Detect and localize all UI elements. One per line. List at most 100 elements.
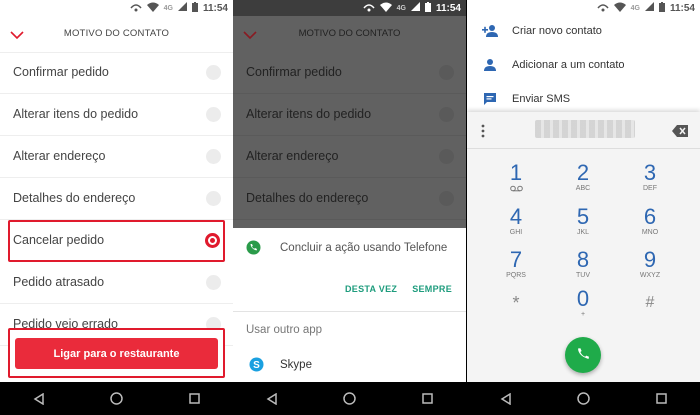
- call-restaurant-button[interactable]: Ligar para o restaurante: [15, 338, 218, 369]
- home-icon[interactable]: [339, 389, 359, 409]
- option-label: Alterar endereço: [13, 149, 106, 163]
- reason-option-change-items[interactable]: Alterar itens do pedido: [0, 94, 233, 136]
- skype-app-label[interactable]: Skype: [280, 359, 312, 371]
- backspace-icon[interactable]: [672, 124, 688, 137]
- recents-icon[interactable]: [651, 389, 671, 409]
- dial-key-7[interactable]: 7 PQRS: [486, 249, 546, 282]
- just-once-button[interactable]: DESTA VEZ: [345, 284, 397, 294]
- call-fab-button[interactable]: [565, 337, 601, 373]
- key-digit: 1: [509, 160, 523, 185]
- always-button[interactable]: SEMPRE: [412, 284, 452, 294]
- list-item: Alterar endereço: [233, 136, 466, 178]
- create-contact-item[interactable]: Criar novo contato: [467, 16, 700, 50]
- screen-dialer: 4G 11:54 Criar novo contato Adicionar a …: [467, 0, 700, 415]
- dialed-number-field[interactable]: [535, 120, 635, 138]
- network-label: 4G: [630, 4, 640, 12]
- signal-icon: [644, 2, 654, 14]
- call-button-highlight: Ligar para o restaurante: [8, 328, 225, 378]
- radio-button[interactable]: [206, 149, 221, 164]
- list-item: Alterar itens do pedido: [233, 94, 466, 136]
- phone-app-icon: [246, 240, 261, 255]
- dial-key-hash[interactable]: #: [620, 292, 680, 325]
- dialpad: 1 2 ABC 3 DEF 4 GHI 5 JKL 6 MNO 7 PQRS 8…: [467, 112, 700, 382]
- key-letters: JKL: [576, 229, 590, 236]
- wifi-call-icon: [130, 2, 142, 15]
- option-label: Confirmar pedido: [13, 65, 109, 79]
- nav-bar: [0, 382, 233, 415]
- reason-option-cancel-order[interactable]: Cancelar pedido: [8, 220, 225, 262]
- option-label: Detalhes do endereço: [13, 191, 136, 205]
- header: MOTIVO DO CONTATO: [233, 16, 466, 52]
- dial-key-2[interactable]: 2 ABC: [553, 162, 613, 195]
- radio-button: [439, 107, 454, 122]
- key-letters: [486, 315, 546, 325]
- key-letters: WXYZ: [639, 272, 661, 279]
- key-digit: 6: [643, 204, 657, 229]
- key-letters: TUV: [576, 272, 590, 279]
- home-icon[interactable]: [573, 389, 593, 409]
- status-bar: 4G 11:54: [467, 0, 700, 16]
- reason-option-change-address[interactable]: Alterar endereço: [0, 136, 233, 178]
- header: MOTIVO DO CONTATO: [0, 16, 233, 53]
- signal-icon: [177, 2, 187, 14]
- radio-button[interactable]: [206, 107, 221, 122]
- option-label: Detalhes do endereço: [246, 191, 369, 205]
- dial-key-3[interactable]: 3 DEF: [620, 162, 680, 195]
- add-to-contact-item[interactable]: Adicionar a um contato: [467, 50, 700, 84]
- recents-icon[interactable]: [184, 389, 204, 409]
- network-label: 4G: [163, 4, 173, 12]
- more-options-icon[interactable]: [481, 124, 485, 138]
- radio-button[interactable]: [206, 65, 221, 80]
- clock: 11:54: [202, 2, 228, 14]
- key-digit: 8: [576, 247, 590, 272]
- recents-icon[interactable]: [417, 389, 437, 409]
- radio-button[interactable]: [206, 275, 221, 290]
- list-item: Confirmar pedido: [233, 52, 466, 94]
- back-icon[interactable]: [262, 389, 282, 409]
- reason-option-confirm[interactable]: Confirmar pedido: [0, 52, 233, 94]
- home-icon[interactable]: [106, 389, 126, 409]
- dial-key-0[interactable]: 0 +: [553, 288, 613, 321]
- reason-list-dimmed: Confirmar pedido Alterar itens do pedido…: [233, 52, 466, 220]
- network-label: 4G: [396, 4, 406, 12]
- battery-icon: [424, 1, 431, 15]
- wifi-call-icon: [363, 2, 375, 15]
- dial-key-8[interactable]: 8 TUV: [553, 249, 613, 282]
- key-letters: DEF: [643, 185, 657, 192]
- option-label: Pedido atrasado: [13, 275, 105, 289]
- radio-button-selected[interactable]: [205, 233, 220, 248]
- dial-key-star[interactable]: *: [486, 292, 546, 325]
- reason-list: Confirmar pedido Alterar itens do pedido…: [0, 52, 233, 346]
- key-letters: [620, 315, 680, 325]
- message-icon: [482, 91, 498, 107]
- key-digit: 5: [576, 204, 590, 229]
- key-letters: MNO: [641, 229, 659, 236]
- default-app-row[interactable]: Concluir a ação usando Telefone: [233, 238, 466, 260]
- dial-key-9[interactable]: 9 WXYZ: [620, 249, 680, 282]
- key-letters: +: [580, 311, 586, 318]
- dimmed-background: MOTIVO DO CONTATO Confirmar pedido Alter…: [233, 16, 466, 228]
- reason-option-address-details[interactable]: Detalhes do endereço: [0, 178, 233, 220]
- radio-button[interactable]: [206, 191, 221, 206]
- reason-option-late-order[interactable]: Pedido atrasado: [0, 262, 233, 304]
- nav-bar: [233, 382, 466, 415]
- back-icon[interactable]: [496, 389, 516, 409]
- wifi-call-icon: [597, 2, 609, 15]
- dial-key-4[interactable]: 4 GHI: [486, 206, 546, 239]
- dial-key-1[interactable]: 1: [486, 162, 546, 195]
- key-letters: ABC: [575, 185, 591, 192]
- key-digit: 3: [643, 160, 657, 185]
- voicemail-icon: [486, 185, 546, 195]
- menu-item-label: Enviar SMS: [512, 93, 571, 105]
- skype-icon[interactable]: S: [249, 357, 264, 372]
- back-icon[interactable]: [29, 389, 49, 409]
- status-bar: 4G 11:54: [233, 0, 466, 16]
- menu-item-label: Criar novo contato: [512, 25, 602, 37]
- radio-button: [439, 65, 454, 80]
- dial-key-5[interactable]: 5 JKL: [553, 206, 613, 239]
- app-chooser-sheet: Concluir a ação usando Telefone DESTA VE…: [233, 228, 466, 382]
- dial-key-6[interactable]: 6 MNO: [620, 206, 680, 239]
- use-other-app-label: Usar outro app: [246, 324, 323, 336]
- wifi-icon: [379, 2, 392, 15]
- dial-number-row: [467, 112, 700, 149]
